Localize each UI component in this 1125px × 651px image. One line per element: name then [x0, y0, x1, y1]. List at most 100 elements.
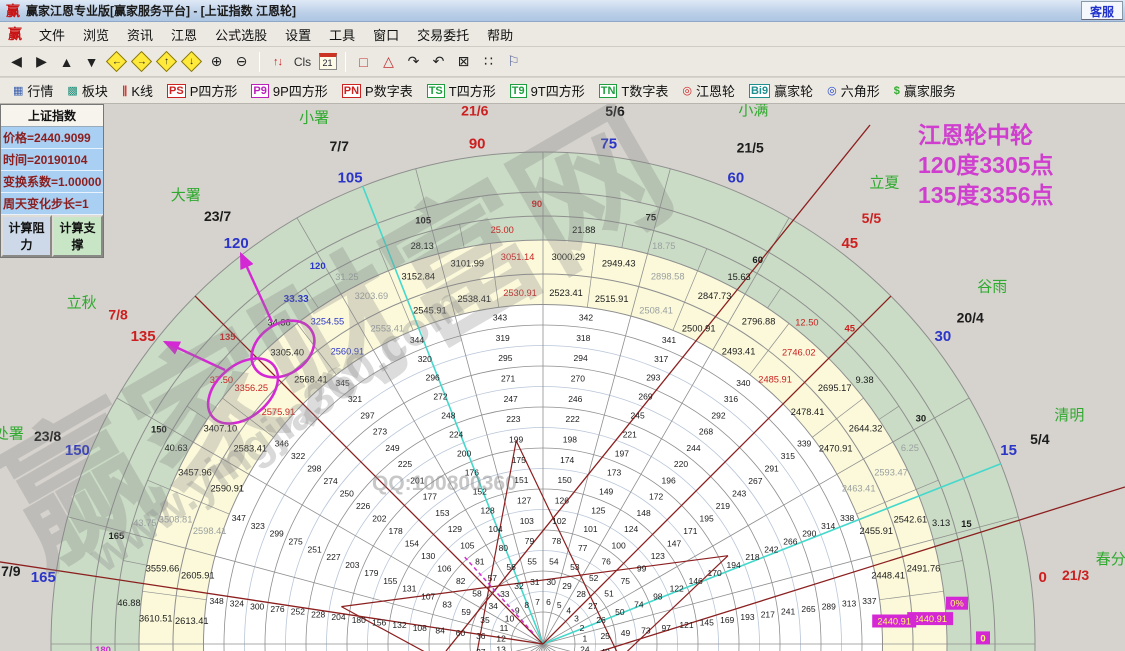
hexagon-button[interactable]: ◎六角形: [820, 79, 887, 102]
svg-text:155: 155: [383, 576, 397, 586]
svg-text:242: 242: [764, 544, 778, 554]
t-square-button[interactable]: TST四方形: [420, 79, 503, 102]
screen-flag-icon[interactable]: ⚐: [501, 50, 526, 74]
svg-text:316: 316: [724, 394, 738, 404]
menu-item-9[interactable]: 帮助: [478, 22, 522, 47]
gann-wheel-icon: ◎: [682, 85, 692, 97]
pan-down-icon[interactable]: ↓: [179, 50, 204, 74]
calendar-icon[interactable]: 21: [315, 50, 340, 74]
svg-text:15.63: 15.63: [727, 272, 750, 282]
svg-text:217: 217: [761, 609, 775, 619]
svg-text:2560.91: 2560.91: [331, 346, 365, 356]
svg-text:150: 150: [65, 442, 90, 459]
t-scale-icon[interactable]: ↑↓: [265, 50, 290, 74]
9p-square-button[interactable]: P99P四方形: [244, 79, 334, 102]
center-view-icon[interactable]: ∷: [476, 50, 501, 74]
marked-grid-icon[interactable]: ⊠: [451, 50, 476, 74]
svg-text:40.63: 40.63: [164, 443, 187, 453]
svg-text:26: 26: [596, 615, 606, 625]
svg-text:106: 106: [437, 563, 451, 573]
calc-support-button[interactable]: 计算支撑: [52, 215, 103, 257]
svg-text:82: 82: [456, 576, 466, 586]
pan-up-icon[interactable]: ↑: [154, 50, 179, 74]
svg-text:296: 296: [426, 373, 440, 383]
down-icon[interactable]: ▼: [79, 50, 104, 74]
svg-text:45: 45: [845, 324, 856, 335]
svg-text:2500.91: 2500.91: [682, 323, 716, 333]
svg-text:5/6: 5/6: [605, 104, 625, 119]
9t-square-button[interactable]: T99T四方形: [503, 79, 592, 102]
menu-item-3[interactable]: 江恩: [162, 22, 206, 47]
t-table-button[interactable]: TNT数字表: [592, 79, 676, 102]
gann-wheel-button[interactable]: ◎ 江恩轮: [675, 79, 742, 102]
svg-text:2898.58: 2898.58: [651, 272, 685, 282]
back-icon[interactable]: ◀: [4, 50, 29, 74]
svg-text:199: 199: [509, 435, 523, 445]
zoom-out-icon[interactable]: ⊖: [229, 50, 254, 74]
svg-text:74: 74: [634, 599, 644, 609]
svg-text:2491.76: 2491.76: [907, 563, 941, 573]
svg-text:267: 267: [748, 476, 762, 486]
svg-text:250: 250: [340, 489, 354, 499]
svg-text:165: 165: [31, 569, 56, 586]
kline-button[interactable]: ∥K线: [115, 79, 160, 102]
svg-text:90: 90: [469, 135, 486, 152]
price-row: 价格=2440.9099: [1, 127, 103, 149]
svg-text:2949.43: 2949.43: [602, 259, 636, 269]
application-window: 赢 赢家江恩专业版[赢家服务平台] - [上证指数 江恩轮] 客服 赢 文件浏览…: [0, 0, 1125, 651]
svg-text:5: 5: [557, 600, 562, 610]
svg-text:175: 175: [512, 455, 526, 465]
svg-text:50: 50: [615, 607, 625, 617]
sectors-icon: ▩: [67, 85, 77, 97]
toolbar-label: P四方形: [190, 81, 238, 100]
menu-item-2[interactable]: 资讯: [118, 22, 162, 47]
rotate-ccw-icon[interactable]: ↶: [426, 50, 451, 74]
svg-text:251: 251: [308, 544, 322, 554]
up-icon[interactable]: ▲: [54, 50, 79, 74]
svg-text:169: 169: [720, 615, 734, 625]
quotes-button[interactable]: ▦行情: [6, 79, 60, 102]
sectors-button[interactable]: ▩板块: [60, 79, 114, 102]
svg-text:317: 317: [654, 354, 668, 364]
svg-text:2463.41: 2463.41: [842, 483, 876, 493]
svg-text:5/4: 5/4: [1030, 431, 1050, 447]
svg-text:149: 149: [599, 486, 613, 496]
forward-icon[interactable]: ▶: [29, 50, 54, 74]
svg-text:75: 75: [621, 576, 631, 586]
svg-text:197: 197: [615, 448, 629, 458]
winner-service-button[interactable]: $赢家服务: [887, 79, 963, 102]
svg-text:2613.41: 2613.41: [175, 616, 209, 626]
menu-item-6[interactable]: 工具: [320, 22, 364, 47]
step-row: 周天变化步长=1: [1, 193, 103, 215]
customer-service-button[interactable]: 客服: [1081, 1, 1123, 20]
svg-text:48: 48: [600, 647, 610, 651]
svg-text:222: 222: [566, 414, 580, 424]
p-square-button[interactable]: PSP四方形: [160, 79, 244, 102]
svg-text:2605.91: 2605.91: [181, 570, 215, 580]
toolbar-label: 江恩轮: [696, 81, 735, 100]
svg-text:13: 13: [496, 645, 506, 651]
menu-item-4[interactable]: 公式选股: [206, 22, 276, 47]
svg-text:314: 314: [821, 521, 835, 531]
square-tool-icon[interactable]: □: [351, 50, 376, 74]
svg-text:120: 120: [224, 235, 249, 252]
menu-item-1[interactable]: 浏览: [74, 22, 118, 47]
menu-item-0[interactable]: 文件: [30, 22, 74, 47]
winner-wheel-button[interactable]: Bi9赢家轮: [742, 79, 820, 102]
main-toolbar: ◀▶▲▼←→↑↓⊕⊖↑↓Cls21□△↷↶⊠∷⚐: [0, 47, 1125, 77]
pan-left-icon[interactable]: ←: [104, 50, 129, 74]
svg-text:174: 174: [560, 455, 574, 465]
triangle-tool-icon[interactable]: △: [376, 50, 401, 74]
rotate-cw-icon[interactable]: ↷: [401, 50, 426, 74]
menu-item-7[interactable]: 窗口: [364, 22, 408, 47]
svg-text:121: 121: [679, 620, 693, 630]
pan-right-icon[interactable]: →: [129, 50, 154, 74]
cls-button[interactable]: Cls: [290, 50, 315, 74]
zoom-in-icon[interactable]: ⊕: [204, 50, 229, 74]
menu-item-8[interactable]: 交易委托: [408, 22, 478, 47]
menu-item-5[interactable]: 设置: [276, 22, 320, 47]
svg-text:23/7: 23/7: [204, 208, 231, 224]
calc-resistance-button[interactable]: 计算阻力: [1, 215, 52, 257]
p-table-button[interactable]: PNP数字表: [335, 79, 420, 102]
svg-text:298: 298: [307, 464, 321, 474]
